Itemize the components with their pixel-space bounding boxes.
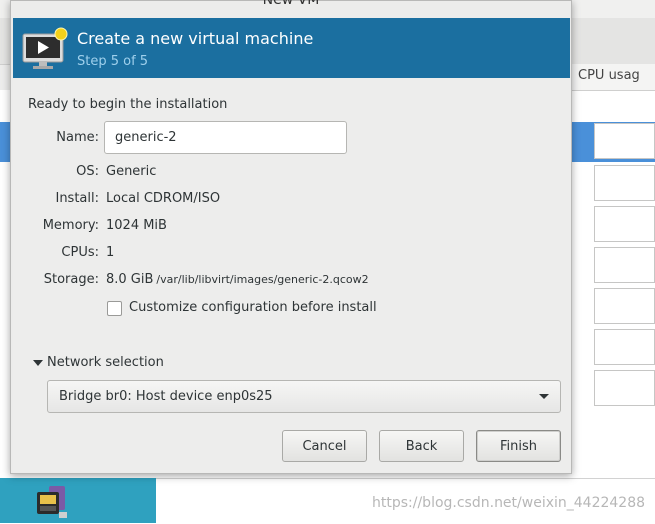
customize-label[interactable]: Customize configuration before install [129, 300, 377, 315]
monitor-new-icon [22, 27, 68, 69]
vm-list-header: CPU usag [572, 64, 655, 91]
dialog-title: New VM [262, 0, 320, 8]
os-label: OS: [76, 164, 99, 179]
memory-label: Memory: [42, 218, 99, 233]
storage-path: /var/lib/libvirt/images/generic-2.qcow2 [156, 273, 369, 286]
ready-heading: Ready to begin the installation [28, 97, 228, 112]
install-value: Local CDROM/ISO [106, 191, 221, 206]
storage-value: 8.0 GiB [106, 272, 154, 287]
cpus-value: 1 [106, 245, 115, 260]
storage-label: Storage: [43, 272, 99, 287]
cpu-usage-cell [594, 329, 655, 365]
network-selection-label[interactable]: Network selection [47, 355, 164, 370]
finish-button[interactable]: Finish [476, 430, 561, 462]
cpu-usage-cell [594, 288, 655, 324]
install-label: Install: [55, 191, 99, 206]
cpu-usage-cell [594, 123, 655, 159]
storage-info: 8.0 GiB/var/lib/libvirt/images/generic-2… [106, 272, 369, 287]
cpus-label: CPUs: [61, 245, 99, 260]
cpu-usage-cell [594, 206, 655, 242]
dropdown-arrow-icon [539, 394, 549, 399]
wizard-banner: Create a new virtual machine Step 5 of 5 [13, 18, 570, 78]
back-button[interactable]: Back [379, 430, 464, 462]
name-input[interactable] [104, 121, 347, 154]
cpu-usage-cell [594, 247, 655, 283]
taskbar-app-icon[interactable] [35, 484, 69, 520]
column-header-cpu-usage[interactable]: CPU usag [578, 68, 640, 83]
expander-arrow-icon[interactable] [33, 360, 43, 366]
os-value: Generic [106, 164, 157, 179]
cpu-usage-cell [594, 165, 655, 201]
customize-checkbox[interactable] [107, 301, 122, 316]
wizard-content: Ready to begin the installation Name: OS… [13, 78, 570, 473]
memory-value: 1024 MiB [106, 218, 167, 233]
new-vm-dialog: New VM Create a new virtual machine Step… [10, 0, 572, 474]
network-source-value: Bridge br0: Host device enp0s25 [59, 389, 273, 404]
watermark: https://blog.csdn.net/weixin_44224288 [372, 495, 646, 511]
network-source-dropdown[interactable]: Bridge br0: Host device enp0s25 [47, 380, 561, 413]
taskbar-active-tile[interactable] [0, 478, 156, 523]
wizard-title: Create a new virtual machine [77, 29, 314, 48]
name-label: Name: [56, 130, 99, 145]
cancel-button[interactable]: Cancel [282, 430, 367, 462]
wizard-step: Step 5 of 5 [77, 54, 149, 69]
cpu-usage-cell [594, 370, 655, 406]
